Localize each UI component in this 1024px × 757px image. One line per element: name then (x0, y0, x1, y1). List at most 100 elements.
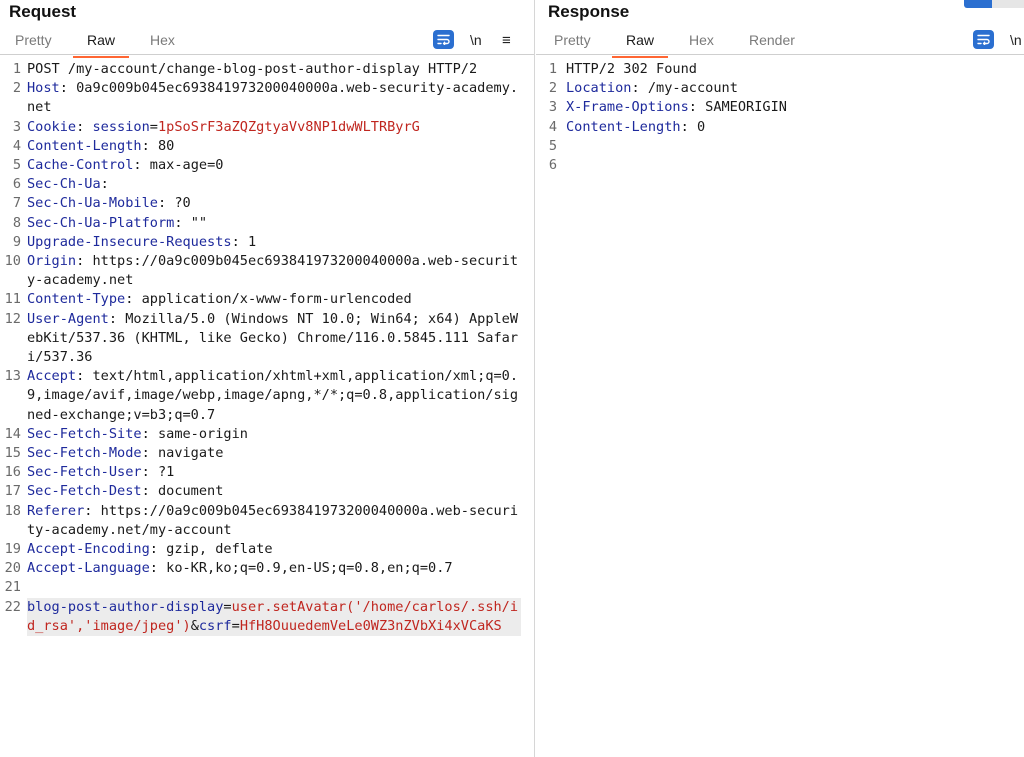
code-line[interactable]: 6 Sec-Ch-Ua: (0, 175, 534, 194)
code-text: Referer: https://0a9c009b045ec6938419732… (27, 502, 521, 540)
header-key: Sec-Ch-Ua-Mobile (27, 195, 158, 212)
code-line[interactable]: 11 Content-Type: application/x-www-form-u… (0, 290, 534, 309)
line-number: 4 (548, 118, 557, 135)
header-key: csrf (198, 617, 232, 634)
code-text: Content-Length: 0 (566, 118, 1024, 137)
code-line[interactable]: 12 User-Agent: Mozilla/5.0 (Windows NT 10… (0, 310, 534, 368)
code-text: Upgrade-Insecure-Requests: 1 (27, 233, 521, 252)
response-tab-pretty[interactable]: Pretty (554, 32, 591, 48)
line-number: 12 (4, 310, 21, 327)
code-line[interactable]: 7 Sec-Ch-Ua-Mobile: ?0 (0, 194, 534, 213)
line-number: 20 (4, 560, 21, 577)
code-text: Origin: https://0a9c009b045ec69384197320… (27, 252, 521, 290)
code-token: = (149, 118, 158, 135)
code-text: Accept: text/html,application/xhtml+xml,… (27, 367, 521, 425)
code-token: : (76, 118, 93, 135)
code-token: : gzip, deflate (149, 541, 273, 558)
code-line[interactable]: 2 Host: 0a9c009b045ec693841973200040000a.… (0, 79, 534, 117)
code-line[interactable]: 5 Cache-Control: max-age=0 (0, 156, 534, 175)
code-line[interactable]: 22 blog-post-author-display=user.setAvata… (0, 597, 534, 637)
code-token: : 80 (141, 137, 175, 154)
text-wrap-icon-glyph (437, 34, 450, 45)
response-tab-render[interactable]: Render (749, 32, 795, 48)
newline-toggle-button[interactable]: \n (470, 30, 482, 50)
code-line[interactable]: 16 Sec-Fetch-User: ?1 (0, 463, 534, 482)
code-text: Content-Type: application/x-www-form-url… (27, 290, 521, 309)
header-key: Cookie (27, 118, 77, 135)
code-line[interactable]: 10 Origin: https://0a9c009b045ec693841973… (0, 252, 534, 290)
code-line[interactable]: 14 Sec-Fetch-Site: same-origin (0, 425, 534, 444)
header-key: Origin (27, 253, 77, 270)
code-text: Accept-Encoding: gzip, deflate (27, 540, 521, 559)
layout-toggle-icon[interactable] (964, 0, 1024, 8)
header-key: Referer (27, 502, 85, 519)
code-line[interactable]: 3 Cookie: session=1pSoSrF3aZQZgtyaVv8NP1d… (0, 118, 534, 137)
line-number: 10 (4, 253, 21, 270)
line-number: 3 (548, 99, 557, 116)
code-line[interactable]: 1 HTTP/2 302 Found (536, 60, 1024, 79)
code-line[interactable]: 9 Upgrade-Insecure-Requests: 1 (0, 233, 534, 252)
code-line[interactable]: 2 Location: /my-account (536, 79, 1024, 98)
header-key: Location (566, 80, 632, 97)
code-line[interactable]: 21 (0, 578, 534, 597)
code-token: HTTP/2 302 Found (566, 61, 697, 77)
line-number: 8 (12, 214, 21, 231)
pane-divider[interactable] (534, 0, 535, 757)
code-text: Cache-Control: max-age=0 (27, 156, 521, 175)
hamburger-menu-icon[interactable]: ≡ (502, 30, 511, 50)
code-token: : 0a9c009b045ec693841973200040000a.web-s… (27, 80, 519, 116)
code-token: : navigate (141, 445, 224, 462)
header-key: Host (27, 80, 60, 97)
code-line[interactable]: 1 POST /my-account/change-blog-post-autho… (0, 60, 534, 79)
code-token: : https://0a9c009b045ec69384197320004000… (27, 502, 519, 538)
code-text: Sec-Fetch-User: ?1 (27, 463, 521, 482)
code-line[interactable]: 18 Referer: https://0a9c009b045ec69384197… (0, 502, 534, 540)
code-line[interactable]: 8 Sec-Ch-Ua-Platform: "" (0, 214, 534, 233)
response-tab-hex[interactable]: Hex (689, 32, 714, 48)
code-line[interactable]: 17 Sec-Fetch-Dest: document (0, 482, 534, 501)
code-token: : document (141, 483, 224, 500)
request-tab-hex[interactable]: Hex (150, 32, 175, 48)
code-line[interactable]: 4 Content-Length: 80 (0, 137, 534, 156)
code-line[interactable]: 6 (536, 156, 1024, 175)
line-number: 9 (12, 233, 21, 250)
layout-stack-icon[interactable] (992, 0, 1024, 8)
text-wrap-icon[interactable] (433, 30, 454, 49)
line-number: 15 (4, 445, 21, 462)
code-token: : ko-KR,ko;q=0.9,en-US;q=0.8,en;q=0.7 (149, 560, 453, 577)
request-title: Request (9, 2, 77, 21)
header-key: User-Agent (27, 310, 109, 327)
code-line[interactable]: 19 Accept-Encoding: gzip, deflate (0, 540, 534, 559)
code-line[interactable]: 5 (536, 137, 1024, 156)
code-line[interactable]: 15 Sec-Fetch-Mode: navigate (0, 444, 534, 463)
request-tab-pretty[interactable]: Pretty (15, 32, 52, 48)
line-number: 6 (12, 176, 21, 193)
code-text: Cookie: session=1pSoSrF3aZQZgtyaVv8NP1dw… (27, 118, 521, 137)
code-text: Location: /my-account (566, 79, 1024, 98)
request-editor[interactable]: 1 POST /my-account/change-blog-post-autho… (0, 60, 534, 757)
header-key: Accept (27, 368, 77, 385)
code-token: : ?0 (157, 195, 191, 212)
line-number: 1 (548, 61, 557, 77)
response-title: Response (548, 2, 630, 21)
response-editor[interactable]: 1 HTTP/2 302 Found 2 Location: /my-account 3… (536, 60, 1024, 757)
code-text: POST /my-account/change-blog-post-author… (27, 60, 521, 79)
code-line[interactable]: 13 Accept: text/html,application/xhtml+xm… (0, 367, 534, 425)
code-line[interactable]: 4 Content-Length: 0 (536, 118, 1024, 137)
text-wrap-icon-glyph (977, 34, 990, 45)
code-line[interactable]: 20 Accept-Language: ko-KR,ko;q=0.9,en-US;… (0, 559, 534, 578)
code-token: : text/html,application/xhtml+xml,applic… (27, 368, 519, 423)
header-key: Sec-Ch-Ua (27, 176, 101, 193)
code-text: Sec-Ch-Ua-Platform: "" (27, 214, 521, 233)
text-wrap-icon[interactable] (973, 30, 994, 49)
code-token: : max-age=0 (133, 157, 224, 174)
request-tab-raw[interactable]: Raw (72, 32, 130, 58)
code-text: User-Agent: Mozilla/5.0 (Windows NT 10.0… (27, 310, 521, 368)
code-text: Accept-Language: ko-KR,ko;q=0.9,en-US;q=… (27, 559, 521, 578)
newline-toggle-button[interactable]: \n (1010, 30, 1022, 50)
layout-split-icon[interactable] (964, 0, 992, 8)
code-text: Sec-Ch-Ua: (27, 175, 521, 194)
response-tab-raw[interactable]: Raw (611, 32, 669, 58)
code-line[interactable]: 3 X-Frame-Options: SAMEORIGIN (536, 98, 1024, 117)
code-text: Sec-Fetch-Site: same-origin (27, 425, 521, 444)
